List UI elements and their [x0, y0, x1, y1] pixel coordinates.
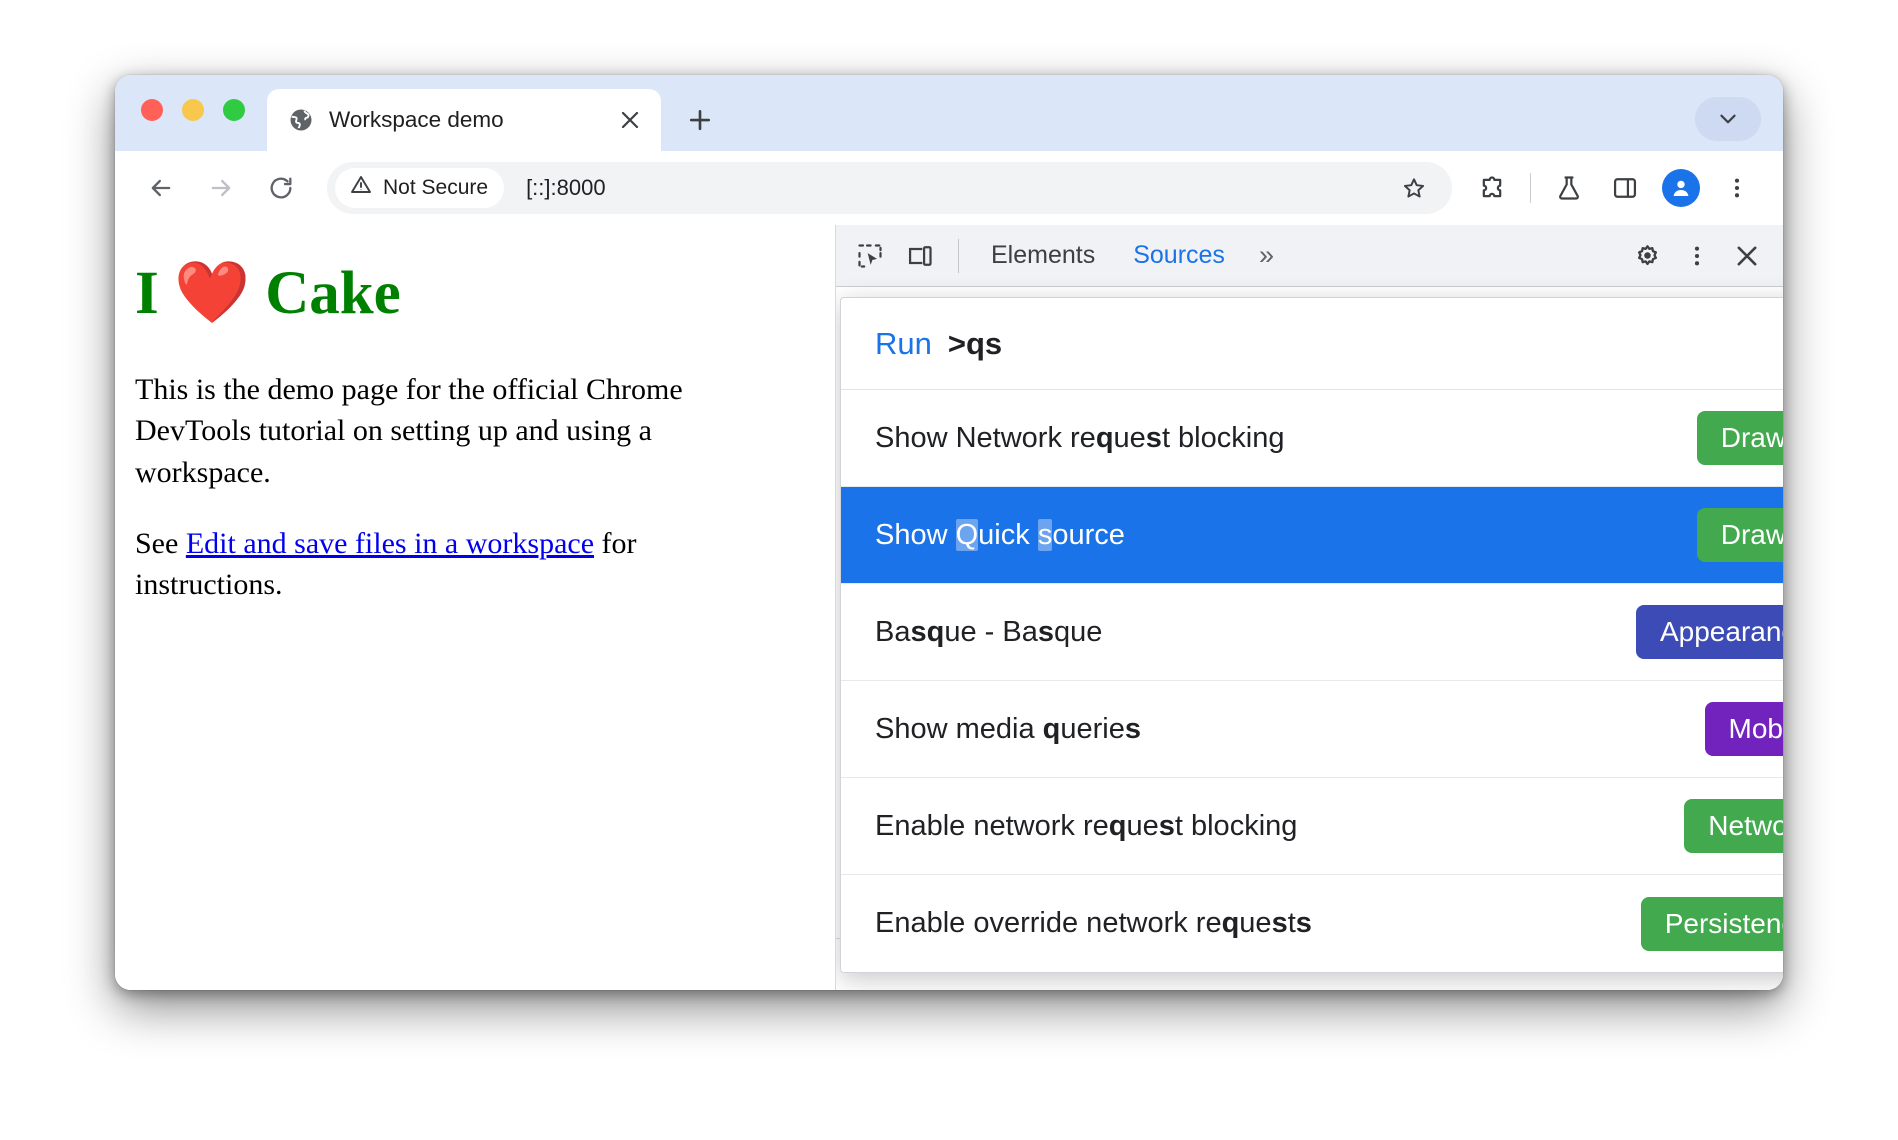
command-palette-item[interactable]: Enable override network requests Persiste…	[841, 875, 1783, 972]
three-dot-menu-icon[interactable]	[1713, 164, 1761, 212]
device-toolbar-icon[interactable]	[896, 232, 944, 280]
warning-triangle-icon	[349, 173, 373, 203]
devtools-body: 0 characters selected Run >qs	[836, 287, 1783, 990]
page-paragraph-2: See Edit and save files in a workspace f…	[135, 523, 735, 606]
para2-before: See	[135, 527, 186, 561]
screenshot-root: Workspace demo Not Secure [::]:8000 I ❤️…	[0, 0, 1898, 1140]
more-tabs-icon[interactable]: »	[1245, 240, 1285, 271]
flask-icon[interactable]	[1545, 164, 1593, 212]
security-label: Not Secure	[383, 176, 489, 199]
browser-tab[interactable]: Workspace demo	[267, 89, 661, 151]
command-palette-query: >qs	[947, 325, 1003, 361]
browser-window: Workspace demo Not Secure [::]:8000 I ❤️…	[115, 75, 1783, 990]
command-palette-item[interactable]: Show media queries Mobile	[841, 681, 1783, 778]
forward-button[interactable]	[195, 162, 247, 214]
command-item-badge: Drawer	[1696, 411, 1783, 465]
close-devtools-icon[interactable]	[1723, 232, 1771, 280]
heart-icon: ❤️	[174, 260, 250, 327]
command-item-label: Enable network request blocking	[875, 809, 1298, 842]
devtools-panel: Elements Sources » Run >qs Show Network …	[835, 225, 1783, 990]
minimize-window-button[interactable]	[182, 99, 204, 121]
command-palette-item[interactable]: Show Quick source Drawer	[841, 487, 1783, 584]
close-window-button[interactable]	[141, 99, 163, 121]
address-bar[interactable]: Not Secure [::]:8000	[327, 162, 1452, 214]
security-chip[interactable]: Not Secure	[335, 168, 505, 208]
gear-icon[interactable]	[1623, 232, 1671, 280]
back-button[interactable]	[135, 162, 187, 214]
command-palette-prefix: Run	[875, 325, 932, 361]
devtools-toolbar-divider	[958, 238, 959, 273]
puzzle-piece-icon[interactable]	[1468, 164, 1516, 212]
inspect-element-icon[interactable]	[846, 232, 894, 280]
command-palette-item[interactable]: Basque - Basque Appearance	[841, 584, 1783, 681]
tab-title: Workspace demo	[329, 107, 504, 132]
command-palette-input[interactable]: Run >qs	[841, 298, 1783, 390]
command-item-badge: Mobile	[1704, 702, 1783, 756]
command-item-label: Show media queries	[875, 712, 1142, 745]
page-paragraph-1: This is the demo page for the official C…	[135, 372, 683, 489]
tab-strip: Workspace demo	[115, 75, 1783, 151]
command-item-label: Enable override network requests	[875, 907, 1312, 939]
tab-search-button[interactable]	[1695, 97, 1761, 141]
url-text: [::]:8000	[526, 175, 606, 200]
command-palette: Run >qs Show Network request blocking Dra…	[840, 297, 1783, 973]
command-palette-list: Show Network request blockingDrawerShow …	[841, 390, 1783, 972]
command-item-badge: Persistence	[1640, 896, 1783, 951]
page-title: I ❤️ Cake	[135, 261, 803, 327]
page-title-before: I	[135, 260, 174, 327]
window-controls	[141, 99, 245, 121]
command-palette-item[interactable]: Show Network request blocking Drawer	[841, 390, 1783, 487]
three-dot-menu-icon[interactable]	[1673, 232, 1721, 280]
maximize-window-button[interactable]	[223, 99, 245, 121]
page-viewport: I ❤️ Cake This is the demo page for the …	[115, 225, 835, 990]
command-palette-item[interactable]: Enable network request blocking Network	[841, 778, 1783, 875]
browser-toolbar: Not Secure [::]:8000	[115, 151, 1783, 225]
command-item-badge: Drawer	[1696, 508, 1783, 562]
reload-button[interactable]	[255, 162, 307, 214]
command-item-label: Basque - Basque	[875, 615, 1103, 648]
globe-icon	[287, 106, 315, 134]
side-panel-icon[interactable]	[1601, 164, 1649, 212]
star-icon[interactable]	[1392, 166, 1436, 210]
tab-sources[interactable]: Sources	[1115, 241, 1243, 270]
new-tab-button[interactable]	[681, 101, 719, 139]
workspace-doc-link[interactable]: Edit and save files in a workspace	[186, 527, 594, 560]
content-area: I ❤️ Cake This is the demo page for the …	[115, 225, 1783, 990]
page-title-after: Cake	[249, 260, 401, 327]
command-item-label: Show Network request blocking	[875, 421, 1285, 454]
command-item-badge: Network	[1684, 799, 1783, 853]
command-item-label: Show Quick source	[875, 518, 1125, 551]
close-icon[interactable]	[615, 105, 645, 135]
profile-avatar[interactable]	[1662, 169, 1700, 207]
devtools-toolbar: Elements Sources »	[836, 225, 1783, 287]
tab-elements[interactable]: Elements	[973, 241, 1113, 270]
toolbar-divider	[1530, 173, 1531, 203]
command-item-badge: Appearance	[1635, 605, 1783, 659]
